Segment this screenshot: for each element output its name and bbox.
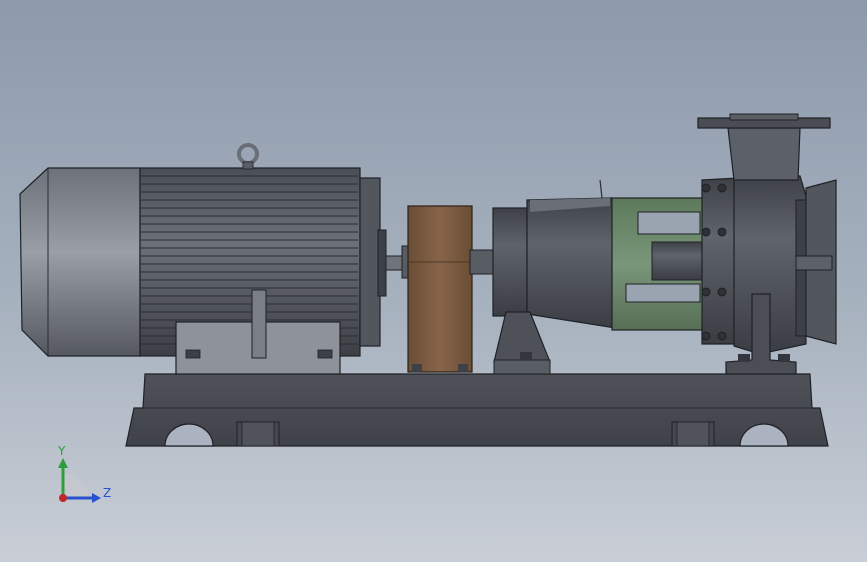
y-axis-head	[58, 458, 68, 468]
z-axis-label: Z	[103, 486, 111, 500]
coupling-guard[interactable]	[407, 205, 473, 373]
bearing-housing[interactable]	[492, 179, 617, 375]
lifting-eye	[237, 143, 259, 165]
z-axis-head	[92, 493, 101, 503]
bearing-frame[interactable]	[611, 197, 705, 331]
pump-assembly-model[interactable]: Y Z	[0, 0, 867, 562]
shaft-coupling[interactable]	[385, 205, 495, 373]
coordinate-triad[interactable]: Y Z	[57, 444, 111, 503]
electric-motor[interactable]	[19, 143, 387, 375]
cad-viewport[interactable]: Y Z	[0, 0, 867, 562]
x-axis-origin	[59, 494, 67, 502]
y-axis-label: Y	[57, 444, 66, 458]
pump-casing[interactable]	[697, 113, 837, 375]
base-frame[interactable]	[125, 373, 829, 447]
